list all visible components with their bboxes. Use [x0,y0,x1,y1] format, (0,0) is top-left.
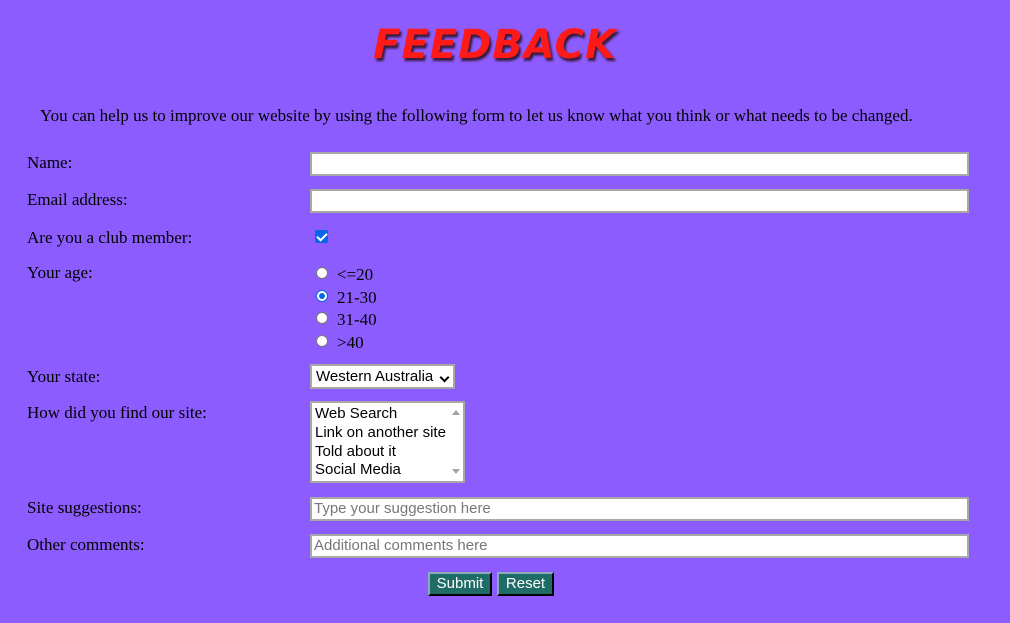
page-title: FEEDBACK [373,22,617,68]
club-member-label: Are you a club member: [27,228,193,247]
list-item[interactable]: Web Search [315,404,397,423]
comments-field[interactable] [310,534,969,558]
age-option-label: 21-30 [337,288,377,307]
name-field[interactable] [310,152,969,176]
chevron-down-icon [439,372,450,383]
list-item[interactable]: Link on another site [315,423,446,442]
reset-button[interactable]: Reset [497,572,554,596]
scroll-down-arrow-icon[interactable] [452,469,460,474]
scroll-up-arrow-icon[interactable] [452,410,460,415]
state-label: Your state: [27,367,101,386]
radio-button[interactable] [316,267,328,279]
intro-text: You can help us to improve our website b… [40,106,913,125]
submit-button[interactable]: Submit [428,572,492,596]
age-option-label: >40 [337,333,364,352]
suggestions-field[interactable] [310,497,969,521]
state-select[interactable]: Western Australia [310,364,455,389]
age-label: Your age: [27,263,93,282]
radio-button[interactable] [316,312,328,324]
comments-label: Other comments: [27,535,145,554]
name-label: Name: [27,153,73,172]
radio-button-selected[interactable] [316,290,328,302]
age-option-label: 31-40 [337,310,377,329]
radio-button[interactable] [316,335,328,347]
state-selected-value: Western Australia [316,368,434,385]
club-member-checkbox[interactable] [315,230,328,243]
find-site-label: How did you find our site: [27,403,207,422]
listbox-scrollbar[interactable] [449,403,463,481]
checkmark-icon [316,230,328,242]
list-item[interactable]: Told about it [315,442,396,461]
list-item[interactable]: Social Media [315,460,401,479]
find-site-listbox[interactable]: Web Search Link on another site Told abo… [310,401,465,483]
email-field[interactable] [310,189,969,213]
email-label: Email address: [27,190,128,209]
age-option-label: <=20 [337,265,374,284]
suggestions-label: Site suggestions: [27,498,142,517]
